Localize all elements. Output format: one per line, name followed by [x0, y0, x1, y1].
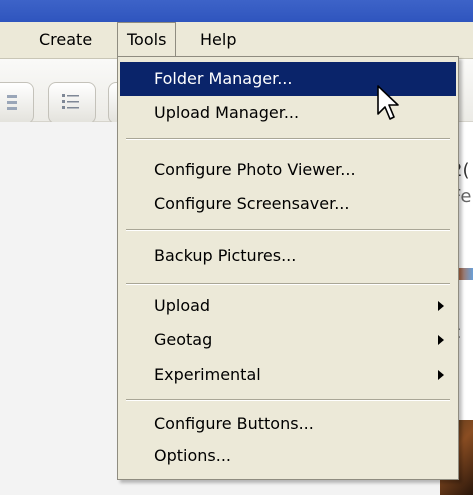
menu-item-folder-manager[interactable]: Folder Manager...	[120, 62, 456, 96]
menu-item-experimental-label: Experimental	[154, 365, 261, 384]
menu-item-geotag[interactable]: Geotag	[120, 323, 456, 357]
menu-tools[interactable]: Tools	[117, 22, 177, 58]
mouse-pointer-icon	[377, 85, 399, 120]
menu-item-upload-label: Upload	[154, 296, 211, 315]
menu-bar: Create Tools Help	[0, 22, 473, 59]
menu-separator	[126, 229, 450, 231]
menu-item-configure-buttons[interactable]: Configure Buttons...	[120, 407, 456, 441]
menu-separator	[126, 283, 450, 285]
submenu-arrow-icon	[438, 370, 444, 380]
menu-item-configure-screensaver[interactable]: Configure Screensaver...	[120, 187, 456, 221]
menu-item-experimental[interactable]: Experimental	[120, 358, 456, 392]
menu-item-configure-photo-viewer[interactable]: Configure Photo Viewer...	[120, 153, 456, 187]
submenu-arrow-icon	[438, 301, 444, 311]
menu-help[interactable]: Help	[191, 22, 245, 58]
grid-view-button[interactable]	[0, 82, 34, 124]
grid-view-icon	[7, 95, 17, 110]
menu-item-backup-pictures[interactable]: Backup Pictures...	[120, 239, 456, 273]
list-view-icon	[62, 94, 79, 109]
submenu-arrow-icon	[438, 335, 444, 345]
menu-item-upload[interactable]: Upload	[120, 289, 456, 323]
menu-separator	[126, 138, 450, 140]
menu-item-options[interactable]: Options...	[120, 439, 456, 473]
menu-item-upload-manager[interactable]: Upload Manager...	[120, 96, 456, 130]
menu-create[interactable]: Create	[30, 22, 101, 58]
tools-menu: Folder Manager... Upload Manager... Conf…	[117, 56, 459, 480]
window-titlebar	[0, 0, 473, 22]
list-view-button[interactable]	[48, 82, 96, 124]
menu-item-geotag-label: Geotag	[154, 330, 213, 349]
menu-separator	[126, 399, 450, 401]
